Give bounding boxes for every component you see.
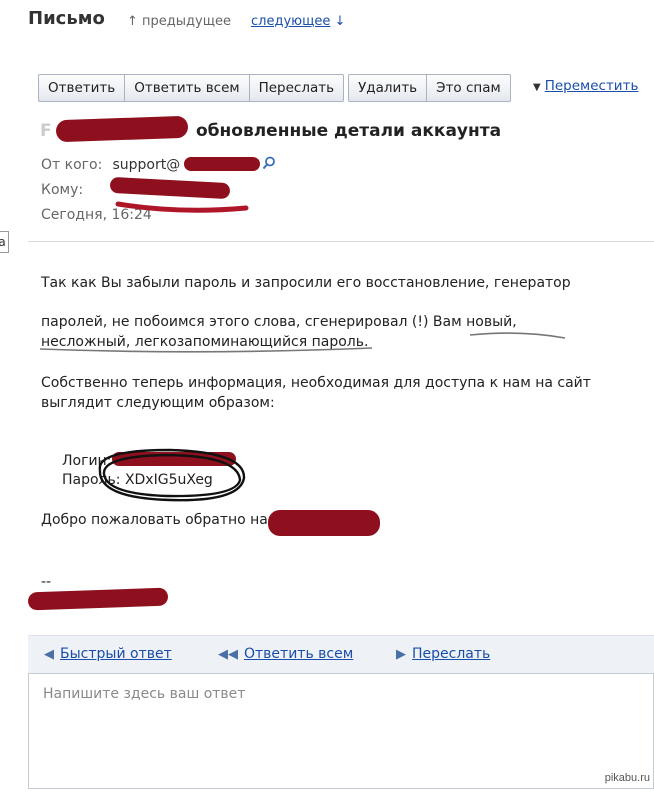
body-paragraph-1: Так как Вы забыли пароль и запросили его… [41, 275, 571, 291]
redaction-sender [184, 157, 260, 171]
reply-textarea[interactable] [29, 674, 653, 788]
move-dropdown[interactable]: ▼ Переместить [533, 78, 638, 94]
quick-reply-label: Быстрый ответ [60, 646, 172, 662]
subject-prefix-faded: F [40, 121, 52, 141]
caret-down-icon: ▼ [533, 82, 541, 93]
previous-message-link[interactable]: ↑ предыдущее [127, 14, 231, 29]
redaction-subject [55, 115, 189, 143]
redaction-signature [27, 587, 169, 611]
to-row: Кому: [41, 182, 83, 198]
password-line: Пароль: XDxIG5uXeg [62, 471, 213, 490]
body-paragraph-3: Собственно теперь информация, необходима… [41, 375, 591, 411]
search-icon[interactable] [262, 156, 276, 174]
to-label: Кому: [41, 182, 84, 198]
message-date: Сегодня, 16:24 [41, 207, 152, 223]
quick-reply-all-label: Ответить всем [244, 646, 354, 662]
password-label: Пароль: [62, 472, 121, 488]
sender-address[interactable]: support@ [112, 157, 180, 173]
redaction-site [268, 510, 380, 536]
reply-button-group: Ответить Ответить всем Переслать [38, 74, 345, 102]
watermark: pikabu.ru [604, 772, 650, 784]
reply-all-arrow-icon: ◀◀ [218, 647, 238, 662]
message-subject: обновленные детали аккаунта [196, 121, 502, 141]
arrow-down-icon: ↓ [334, 14, 346, 29]
move-label: Переместить [544, 78, 639, 94]
reply-button[interactable]: Ответить [39, 75, 126, 101]
login-label: Логин: [62, 453, 112, 469]
delete-button[interactable]: Удалить [349, 75, 428, 101]
quick-reply-all-link[interactable]: ◀◀ Ответить всем [218, 646, 353, 662]
quick-forward-link[interactable]: ▶ Переслать [396, 646, 490, 662]
forward-arrow-icon: ▶ [396, 647, 406, 662]
reply-all-button[interactable]: Ответить всем [125, 75, 250, 101]
quick-forward-label: Переслать [412, 646, 491, 662]
signature-separator: -- [41, 574, 52, 590]
next-message-label: следующее [251, 14, 331, 29]
redaction-recipient [109, 176, 231, 200]
header-divider [28, 241, 654, 242]
spam-button[interactable]: Это спам [427, 75, 510, 101]
next-message-link[interactable]: следующее ↓ [251, 14, 345, 29]
quick-reply-link[interactable]: ◀ Быстрый ответ [44, 646, 172, 662]
welcome-text: Добро пожаловать обратно на [41, 512, 268, 528]
password-value: XDxIG5uXeg [124, 472, 213, 488]
reply-box [28, 673, 654, 789]
from-label: От кого: [41, 157, 103, 173]
reply-arrow-icon: ◀ [44, 647, 54, 662]
manage-button-group: Удалить Это спам [348, 74, 511, 102]
from-row: От кого: support@ [41, 157, 180, 173]
redaction-login [112, 452, 236, 466]
side-tab[interactable]: а [0, 231, 9, 253]
page-title: Письмо [28, 8, 105, 29]
message-toolbar: Ответить Ответить всем Переслать Удалить… [38, 74, 515, 102]
body-paragraph-2: паролей, не побоимся этого слова, сгенер… [41, 314, 517, 350]
forward-button[interactable]: Переслать [250, 75, 343, 101]
